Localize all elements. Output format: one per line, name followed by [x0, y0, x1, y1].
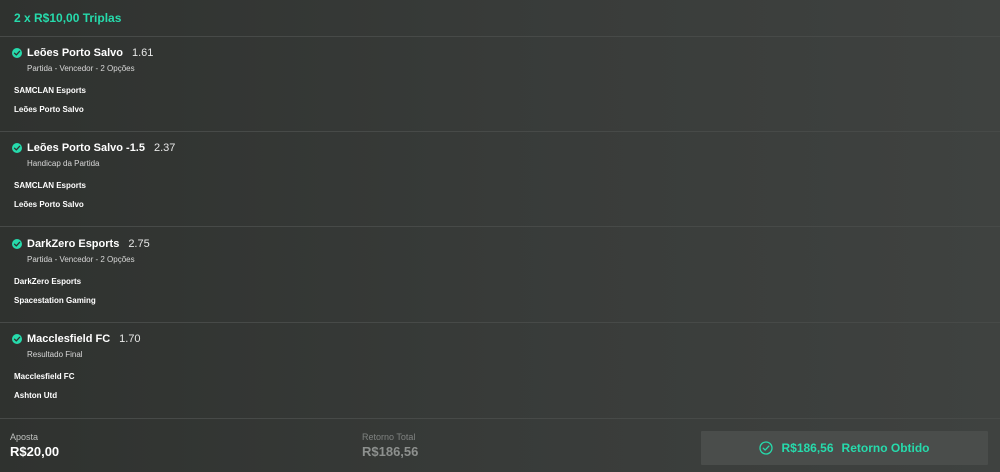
team-away: Leões Porto Salvo	[14, 105, 84, 114]
divider	[0, 226, 1000, 227]
market-name: Handicap da Partida	[27, 159, 100, 168]
team-home: DarkZero Esports	[14, 277, 82, 286]
stake-label: Aposta	[10, 432, 39, 442]
selection-item: Macclesfield FC 1.70 Resultado Final Mac…	[0, 323, 1000, 418]
check-circle-icon	[12, 334, 22, 344]
selection-name: DarkZero Esports	[27, 238, 120, 250]
divider	[0, 418, 1000, 419]
selection-name: Macclesfield FC	[27, 333, 111, 345]
team-home: SAMCLAN Esports	[14, 181, 87, 190]
market-name: Partida - Vencedor - 2 Opções	[27, 64, 135, 73]
check-circle-icon	[12, 239, 22, 249]
team-away: Ashton Utd	[14, 391, 58, 400]
selection-name: Leões Porto Salvo	[27, 47, 123, 59]
market-name: Partida - Vencedor - 2 Opções	[27, 255, 135, 264]
bet-type-title: 2 x R$10,00 Triplas	[14, 11, 122, 25]
market-name: Resultado Final	[27, 350, 83, 359]
selection-odds: 1.70	[119, 333, 141, 345]
selection-odds: 1.61	[131, 47, 154, 59]
check-circle-icon	[12, 48, 22, 58]
selection-odds: 2.75	[128, 238, 150, 250]
cashout-label: Retorno Obtido	[841, 441, 930, 455]
selection-title-row: Macclesfield FC 1.70	[12, 332, 141, 346]
selection-odds: 2.37	[153, 142, 176, 154]
selection-title-row: DarkZero Esports 2.75	[12, 237, 150, 251]
team-home: Macclesfield FC	[14, 372, 75, 381]
check-circle-outline-icon	[759, 441, 774, 455]
total-return-value: R$186,56	[362, 444, 419, 459]
team-home: SAMCLAN Esports	[14, 86, 87, 95]
check-circle-icon	[12, 143, 22, 153]
selection-item: Leões Porto Salvo 1.61 Partida - Vencedo…	[0, 37, 1000, 132]
selection-title-row: Leões Porto Salvo 1.61	[12, 46, 153, 60]
selection-item: DarkZero Esports 2.75 Partida - Vencedor…	[0, 228, 1000, 323]
cashout-result-button[interactable]: R$186,56 Retorno Obtido	[701, 431, 988, 465]
stake-value: R$20,00	[10, 444, 60, 459]
selection-title-row: Leões Porto Salvo -1.5 2.37	[12, 141, 175, 155]
total-return-label: Retorno Total	[362, 432, 416, 442]
bet-slip: 2 x R$10,00 Triplas Leões Porto Salvo 1.…	[0, 0, 1000, 472]
selection-name: Leões Porto Salvo -1.5	[27, 142, 145, 154]
team-away: Spacestation Gaming	[14, 296, 96, 305]
selection-item: Leões Porto Salvo -1.5 2.37 Handicap da …	[0, 132, 1000, 227]
cashout-amount: R$186,56	[781, 441, 834, 455]
team-away: Leões Porto Salvo	[14, 200, 84, 209]
